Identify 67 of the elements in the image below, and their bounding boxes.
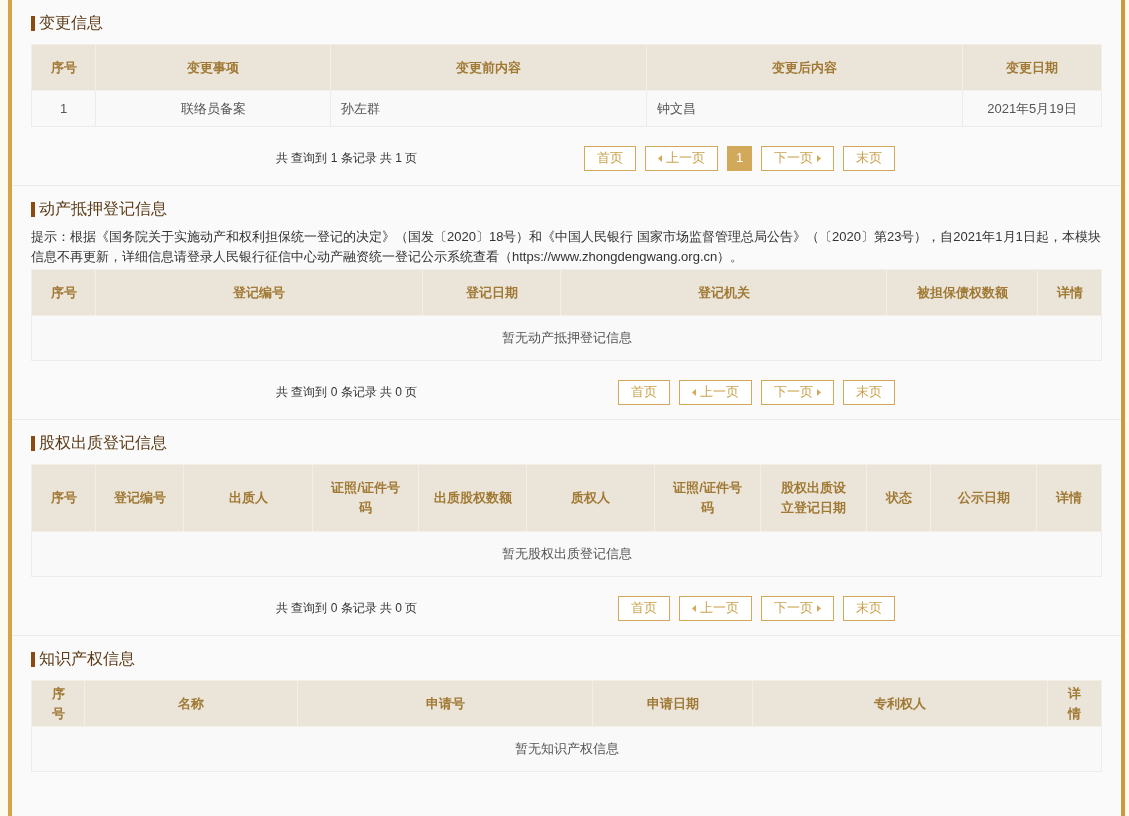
column-header: 序号 [31, 44, 96, 91]
column-header: 状态 [866, 464, 931, 532]
column-header: 质权人 [526, 464, 655, 532]
section-marker [31, 15, 35, 31]
empty-message: 暂无知识产权信息 [31, 726, 1102, 772]
next-page-button[interactable]: 下一页 [761, 595, 834, 621]
caret-right-icon [817, 388, 821, 396]
column-header: 出质股权数额 [418, 464, 527, 532]
table-cell: 2021年5月19日 [962, 90, 1102, 127]
column-header: 变更事项 [95, 44, 331, 91]
first-page-button[interactable]: 首页 [618, 379, 670, 405]
previous-page-button[interactable]: 上一页 [645, 145, 718, 171]
empty-message: 暂无股权出质登记信息 [31, 531, 1102, 577]
notice-text: 提示：根据《国务院关于实施动产和权利担保统一登记的决定》（国发〔2020〕18号）和《中国人民银行 国家市场监督管理总局公告》（〔2020〕第23号），自2021年1月1日起，本模块信息不再更新，详细信息请登录人民银行征信中心动产融资统一登记公示系统查看（https://www.zhongdengwang.org.cn）。 [31, 228, 1102, 266]
last-page-button[interactable]: 末页 [843, 379, 895, 405]
section-marker [31, 435, 35, 451]
record-summary: 共 查询到 1 条记录 共 1 页 [276, 150, 419, 167]
record-summary: 共 查询到 0 条记录 共 0 页 [276, 600, 419, 617]
empty-message: 暂无动产抵押登记信息 [31, 315, 1102, 361]
column-header: 变更日期 [962, 44, 1102, 91]
column-header: 序号 [31, 464, 96, 532]
column-header: 证照/证件号码 [312, 464, 419, 532]
column-header: 登记编号 [95, 269, 423, 316]
column-header: 证照/证件号码 [654, 464, 761, 532]
first-page-button[interactable]: 首页 [618, 595, 670, 621]
section-marker [31, 201, 35, 217]
caret-left-icon [692, 604, 696, 612]
table-cell: 联络员备案 [95, 90, 331, 127]
column-header: 股权出质设立登记日期 [760, 464, 867, 532]
column-header: 详情 [1036, 464, 1102, 532]
next-page-button[interactable]: 下一页 [761, 379, 834, 405]
column-header: 专利权人 [752, 680, 1048, 727]
caret-right-icon [817, 154, 821, 162]
caret-right-icon [817, 604, 821, 612]
column-header: 登记编号 [95, 464, 184, 532]
column-header: 名称 [84, 680, 298, 727]
column-header: 登记日期 [422, 269, 561, 316]
column-header: 变更前内容 [330, 44, 647, 91]
column-header: 序号 [31, 680, 85, 727]
table-cell: 1 [31, 90, 96, 127]
column-header: 详情 [1037, 269, 1102, 316]
last-page-button[interactable]: 末页 [843, 595, 895, 621]
column-header: 公示日期 [930, 464, 1037, 532]
column-header: 序号 [31, 269, 96, 316]
next-page-button[interactable]: 下一页 [761, 145, 834, 171]
previous-page-button[interactable]: 上一页 [679, 595, 752, 621]
section-title: 知识产权信息 [39, 649, 135, 669]
section-marker [31, 651, 35, 667]
column-header: 被担保债权数额 [886, 269, 1038, 316]
caret-left-icon [658, 154, 662, 162]
column-header: 详情 [1047, 680, 1102, 727]
record-summary: 共 查询到 0 条记录 共 0 页 [276, 384, 419, 401]
table-cell: 钟文昌 [646, 90, 963, 127]
section-title: 变更信息 [39, 13, 103, 33]
column-header: 申请号 [297, 680, 593, 727]
previous-page-button[interactable]: 上一页 [679, 379, 752, 405]
column-header: 变更后内容 [646, 44, 963, 91]
last-page-button[interactable]: 末页 [843, 145, 895, 171]
page-number-button[interactable]: 1 [727, 145, 752, 171]
column-header: 申请日期 [592, 680, 753, 727]
column-header: 登记机关 [560, 269, 887, 316]
section-title: 股权出质登记信息 [39, 433, 167, 453]
table-cell: 孙左群 [330, 90, 647, 127]
caret-left-icon [692, 388, 696, 396]
column-header: 出质人 [183, 464, 313, 532]
section-title: 动产抵押登记信息 [39, 199, 167, 219]
first-page-button[interactable]: 首页 [584, 145, 636, 171]
